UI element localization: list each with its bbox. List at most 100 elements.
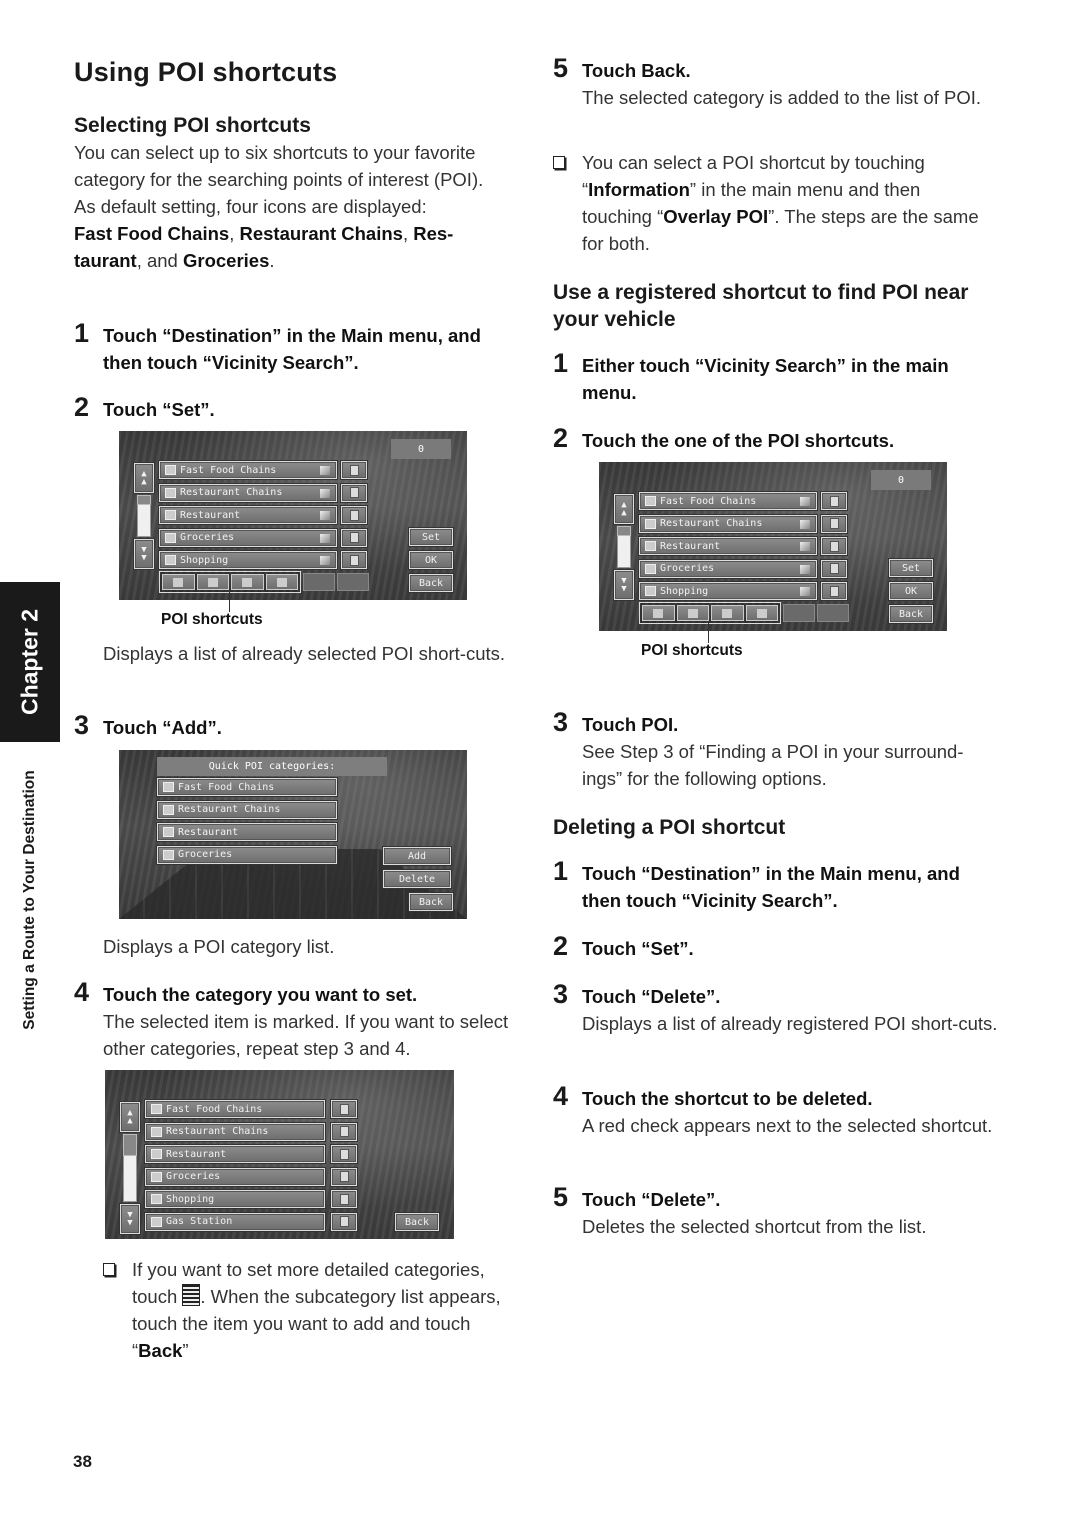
set-button[interactable]: Set [889, 559, 933, 577]
shortcut-counter: 0 [391, 439, 451, 459]
poi-shortcut-button[interactable] [745, 605, 778, 621]
selection-checkbox-icon [800, 564, 810, 574]
poi-category-label: Fast Food Chains [178, 781, 275, 793]
subcategory-button[interactable] [331, 1167, 357, 1186]
step-title: Touch the shortcut to be deleted. [582, 1088, 873, 1109]
poi-category-item[interactable]: Groceries [639, 559, 817, 578]
poi-category-item[interactable]: Restaurant Chains [157, 800, 337, 819]
poi-category-item[interactable]: Restaurant Chains [639, 514, 817, 533]
subcategory-button[interactable] [331, 1145, 357, 1163]
step-number: 2 [553, 931, 569, 961]
poi-category-label: Groceries [166, 1171, 221, 1182]
separator: . [269, 250, 275, 271]
double-up-arrow-icon: ▲ ▲ [621, 500, 627, 518]
subcategory-button[interactable] [821, 492, 847, 510]
poi-category-item[interactable]: Restaurant Chains [159, 483, 337, 502]
scroll-up-button[interactable]: ▲ ▲ [614, 494, 634, 524]
poi-category-item[interactable]: Fast Food Chains [159, 461, 337, 479]
poi-category-item[interactable]: Groceries [159, 528, 337, 547]
subcategory-button[interactable] [331, 1190, 357, 1208]
step-number: 2 [553, 423, 569, 453]
subcategory-button[interactable] [821, 582, 847, 600]
poi-shortcut-empty-slot[interactable] [817, 604, 849, 622]
poi-category-item[interactable]: Restaurant [145, 1145, 325, 1163]
poi-category-item[interactable]: Shopping [639, 582, 817, 600]
fork-knife-icon [165, 487, 176, 498]
poi-category-item[interactable]: Restaurant Chains [145, 1122, 325, 1141]
back-button[interactable]: Back [409, 893, 453, 911]
subcategory-button[interactable] [341, 551, 367, 569]
subcategory-button[interactable] [341, 506, 367, 524]
scroll-up-button[interactable]: ▲ ▲ [134, 463, 154, 493]
subcategory-button[interactable] [821, 537, 847, 555]
selection-checkbox-icon [320, 488, 330, 498]
poi-category-item[interactable]: Gas Station [145, 1212, 325, 1231]
ok-button[interactable]: OK [889, 582, 933, 600]
side-label: Setting a Route to Your Destination [15, 745, 45, 1055]
poi-category-item[interactable]: Fast Food Chains [157, 778, 337, 796]
subcategory-doc-icon [829, 540, 839, 552]
selection-checkbox-icon [800, 497, 810, 506]
default-line: As default setting, four icons are displ… [74, 196, 427, 217]
scroll-down-button[interactable]: ▼ ▼ [134, 539, 154, 569]
poi-shortcut-button[interactable] [162, 574, 195, 590]
scrollbar-thumb[interactable] [617, 526, 631, 536]
left-step-3: 3 Touch “Add”. [74, 710, 514, 741]
scroll-up-button[interactable]: ▲ ▲ [120, 1102, 140, 1132]
scrollbar-thumb[interactable] [137, 495, 151, 505]
poi-shortcut-button[interactable] [196, 574, 229, 590]
poi-shortcut-button[interactable] [231, 574, 264, 590]
poi-category-label: Shopping [166, 1193, 215, 1205]
poi-category-item[interactable]: Fast Food Chains [639, 492, 817, 510]
poi-category-item[interactable]: Groceries [145, 1167, 325, 1186]
poi-category-label: Restaurant [180, 509, 241, 521]
poi-shortcut-empty-slot[interactable] [303, 573, 335, 591]
subcategory-button[interactable] [341, 461, 367, 479]
poi-category-item[interactable]: Fast Food Chains [145, 1100, 325, 1118]
subcategory-button[interactable] [341, 483, 367, 502]
scrollbar-thumb[interactable] [123, 1134, 137, 1156]
poi-category-item[interactable]: Restaurant [157, 823, 337, 841]
step-number: 1 [74, 318, 90, 348]
poi-category-item[interactable]: Restaurant [639, 537, 817, 555]
back-button[interactable]: Back [409, 574, 453, 592]
delete-button[interactable]: Delete [383, 870, 451, 888]
poi-category-item[interactable]: Shopping [159, 551, 337, 569]
right-s3-step-4: 4 Touch the shortcut to be deleted. A re… [553, 1081, 993, 1139]
subcategory-button[interactable] [331, 1122, 357, 1141]
ok-button[interactable]: OK [409, 551, 453, 569]
grocery-cart-icon [756, 608, 767, 618]
poi-category-label: Restaurant [166, 1148, 227, 1160]
fork-knife-icon [207, 577, 218, 587]
poi-shortcut-empty-slot[interactable] [783, 604, 815, 622]
subcategory-doc-icon [339, 1148, 349, 1160]
subcategory-button[interactable] [341, 528, 367, 547]
poi-shortcut-button[interactable] [265, 574, 298, 590]
right-s3-step-3: 3 Touch “Delete”. Displays a list of alr… [553, 979, 998, 1037]
poi-category-item[interactable]: Shopping [145, 1190, 325, 1208]
add-button[interactable]: Add [383, 847, 451, 865]
poi-shortcut-button[interactable] [642, 605, 675, 621]
set-button[interactable]: Set [409, 528, 453, 546]
poi-shortcut-empty-slot[interactable] [337, 573, 369, 591]
poi-category-item[interactable]: Groceries [157, 845, 337, 864]
subcategory-button[interactable] [821, 514, 847, 533]
subcategory-button[interactable] [331, 1100, 357, 1118]
grocery-cart-icon [165, 532, 176, 543]
step-number: 5 [553, 1182, 569, 1212]
subcategory-doc-icon [339, 1171, 349, 1182]
poi-shortcut-button[interactable] [676, 605, 709, 621]
subcategory-button[interactable] [821, 559, 847, 578]
restaurant-icon [722, 608, 733, 618]
poi-category-label: Fast Food Chains [180, 464, 277, 476]
back-button[interactable]: Back [395, 1213, 439, 1231]
right-s3-step-1: 1 Touch “Destination” in the Main menu, … [553, 856, 993, 914]
poi-shortcut-button[interactable] [711, 605, 744, 621]
back-button[interactable]: Back [889, 605, 933, 623]
scroll-down-button[interactable]: ▼ ▼ [614, 570, 634, 600]
subcategory-button[interactable] [331, 1212, 357, 1231]
scroll-down-button[interactable]: ▼ ▼ [120, 1204, 140, 1234]
left-step-2: 2 Touch “Set”. [74, 392, 514, 423]
left-step-3-desc: Displays a POI category list. [103, 936, 335, 957]
poi-category-item[interactable]: Restaurant [159, 506, 337, 524]
